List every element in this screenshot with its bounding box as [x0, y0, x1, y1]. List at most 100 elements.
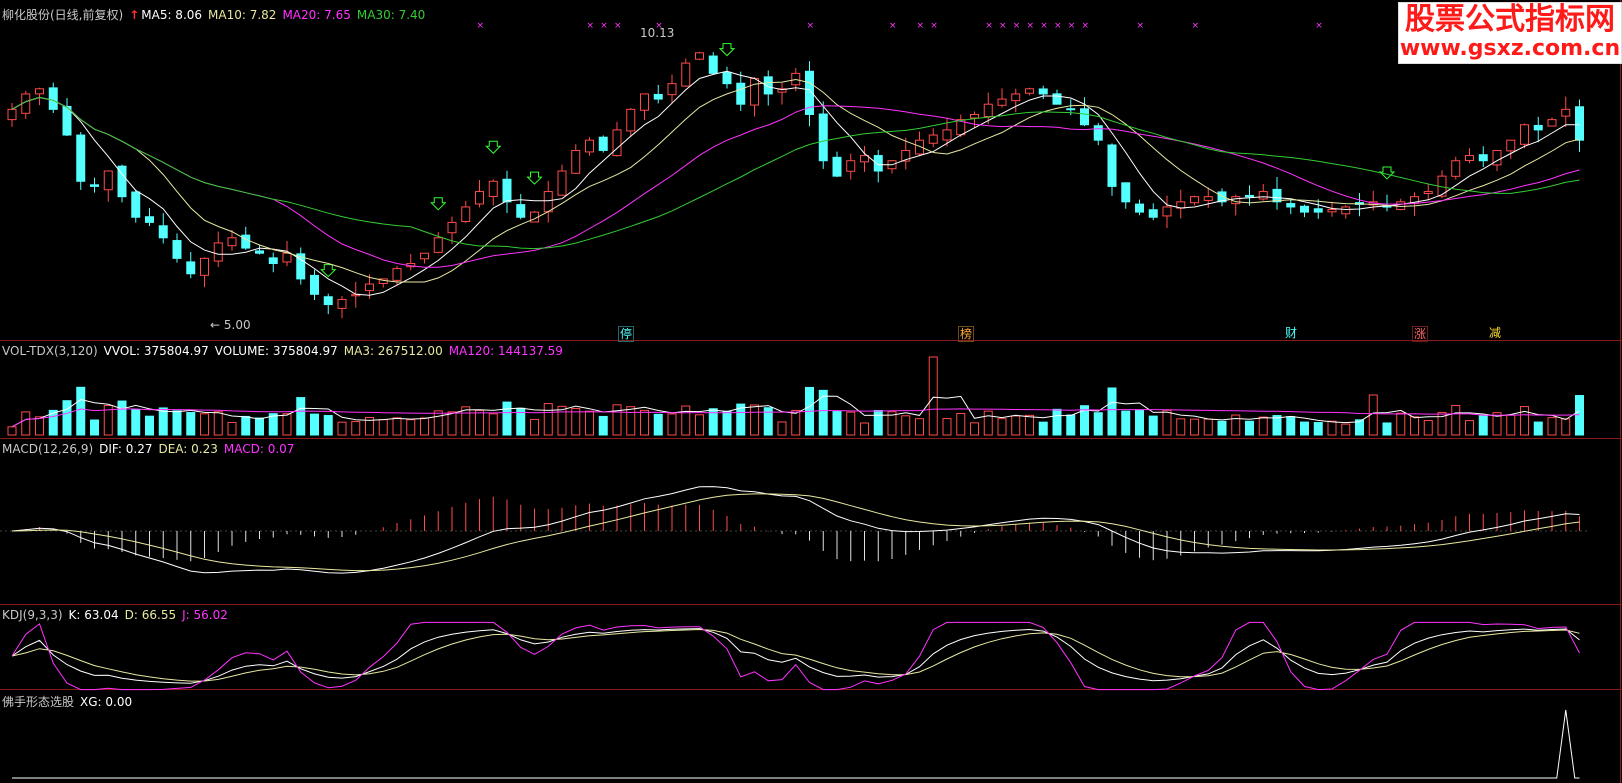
- candle-body: [1451, 160, 1461, 177]
- signal-list[interactable]: 榜: [958, 326, 975, 342]
- high-price-label: 10.13: [640, 26, 675, 40]
- candle-body: [1011, 93, 1021, 102]
- macd-panel-header: MACD(12,26,9) DIF: 0.27 DEA: 0.23 MACD: 0.0…: [2, 442, 300, 456]
- candle-body: [172, 240, 182, 259]
- stock-title[interactable]: 柳化股份(日线,前复权): [2, 8, 123, 22]
- volume-bar: [1286, 416, 1296, 436]
- top-marker-icon: ×: [1082, 21, 1090, 31]
- xg-indicator-name[interactable]: 佛手形态选股: [2, 695, 74, 709]
- macd-indicator-name[interactable]: MACD(12,26,9): [2, 442, 93, 456]
- volume-bar: [90, 419, 99, 436]
- kdj-indicator-name[interactable]: KDJ(9,3,3): [2, 608, 63, 622]
- volume-value: VOLUME: 375804.97: [214, 344, 338, 358]
- candle-body: [942, 129, 952, 141]
- candle-body: [365, 283, 374, 292]
- candle-body: [1341, 206, 1351, 215]
- top-marker-icon: ×: [1192, 21, 1200, 31]
- volume-bar: [1135, 409, 1144, 436]
- macd-value: MACD: 0.07: [223, 442, 295, 456]
- vol-panel-header: VOL-TDX(3,120) VVOL: 375804.97 VOLUME: 375…: [2, 344, 569, 358]
- volume-bar: [241, 415, 251, 436]
- volume-bar: [1410, 416, 1419, 436]
- volume-bar: [543, 403, 553, 436]
- candle-body: [1258, 191, 1268, 200]
- volume-bar: [475, 409, 484, 436]
- volume-bar: [695, 414, 704, 436]
- volume-bar: [1382, 422, 1392, 436]
- signal-finance[interactable]: 财: [1284, 326, 1298, 340]
- candle-body: [1465, 155, 1474, 161]
- volume-bar: [406, 419, 416, 436]
- volume-bar: [1093, 412, 1103, 436]
- volume-bar: [585, 410, 594, 436]
- candle-body: [1245, 194, 1254, 198]
- candle-body: [433, 237, 443, 253]
- candle-body: [860, 155, 869, 163]
- candle-body: [1547, 119, 1557, 127]
- signal-halt[interactable]: 停: [618, 326, 635, 342]
- volume-bar: [145, 415, 154, 436]
- volume-bar: [1300, 421, 1309, 436]
- xg-signal-layer: [12, 709, 1580, 779]
- up-arrow-icon: ↑: [129, 8, 140, 22]
- volume-bar: [337, 421, 347, 436]
- candle-body: [681, 62, 691, 87]
- ma10-value: MA10: 7.82: [208, 8, 277, 22]
- candle-body: [241, 234, 251, 249]
- volume-bar: [1465, 420, 1474, 436]
- volume-bar: [1011, 415, 1021, 436]
- candle-body: [488, 180, 498, 197]
- candle-body: [76, 134, 86, 182]
- volume-bar: [598, 415, 608, 436]
- candle-body: [516, 204, 526, 218]
- stock-chart[interactable]: ××××××××××××××××××××××: [0, 0, 1622, 783]
- volume-bar: [1025, 414, 1034, 436]
- volume-bar: [76, 386, 86, 436]
- candle-body: [1052, 93, 1062, 105]
- volume-bar: [1533, 421, 1543, 436]
- volume-bar: [1341, 423, 1351, 436]
- top-marker-icon: ×: [1068, 21, 1076, 31]
- candle-body: [585, 139, 594, 153]
- volume-bar: [1107, 387, 1117, 436]
- candle-body: [1093, 125, 1103, 141]
- candle-body: [103, 170, 113, 191]
- volume-bar: [1327, 420, 1337, 436]
- candle-body: [557, 170, 567, 196]
- volume-bar: [530, 418, 539, 436]
- ma5-line: [11, 70, 1580, 296]
- signal-reduce[interactable]: 减: [1488, 326, 1502, 340]
- candle-body: [255, 250, 264, 254]
- volume-bar: [722, 410, 732, 436]
- ma5-value: MA5: 8.06: [141, 8, 203, 22]
- candle-body: [1327, 209, 1337, 213]
- volume-bar: [420, 417, 429, 436]
- volume-bar: [970, 422, 979, 436]
- volume-bar: [983, 410, 993, 436]
- candle-body: [1423, 191, 1433, 194]
- volume-bar: [873, 409, 883, 436]
- candle-body: [282, 252, 292, 263]
- volume-bar: [1066, 414, 1076, 436]
- watermark-url: www.gsxz.com.cn: [1399, 36, 1621, 61]
- volume-bar: [818, 389, 828, 436]
- site-watermark: 股票公式指标网 www.gsxz.com.cn: [1398, 2, 1622, 64]
- top-marker-icon: ×: [807, 21, 815, 31]
- candle-body: [48, 87, 58, 110]
- candle-body: [846, 160, 856, 172]
- candle-body: [158, 225, 168, 239]
- candle-body: [461, 206, 471, 222]
- top-marker-icon: ×: [477, 21, 485, 31]
- dif-line: [11, 486, 1580, 574]
- candle-body: [983, 103, 993, 117]
- candle-body: [337, 298, 347, 309]
- vol-ma3-value: MA3: 267512.00: [343, 344, 443, 358]
- volume-bar: [1176, 418, 1186, 436]
- volume-bar: [832, 410, 842, 436]
- main-panel-header: 柳化股份(日线,前复权) ↑ MA5: 8.06 MA10: 7.82 MA20: 7.…: [2, 6, 431, 22]
- candle-body: [1561, 108, 1571, 117]
- volume-bar: [1547, 417, 1557, 436]
- signal-rise[interactable]: 涨: [1412, 326, 1429, 342]
- vol-indicator-name[interactable]: VOL-TDX(3,120): [2, 344, 98, 358]
- volume-bar: [653, 413, 663, 436]
